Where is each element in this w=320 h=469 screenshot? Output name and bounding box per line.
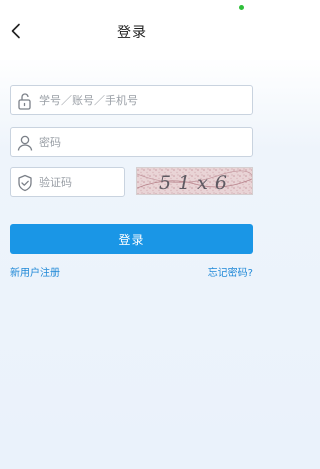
shield-check-icon [18,174,32,192]
forgot-password-link[interactable]: 忘记密码? [208,264,253,279]
navigation-bar: 登录 [0,14,264,50]
password-field[interactable] [10,127,253,157]
page-title: 登录 [117,25,147,41]
username-input[interactable] [39,86,239,114]
username-field[interactable] [10,85,253,115]
captcha-noise: 51x6 [137,168,252,194]
user-icon [17,135,33,151]
lock-open-icon [18,93,31,110]
captcha-image[interactable]: 51x6 [136,167,253,195]
password-input[interactable] [39,128,239,156]
captcha-text: 51x6 [159,172,234,194]
status-indicator [239,5,244,10]
register-link[interactable]: 新用户注册 [10,264,60,279]
captcha-field[interactable] [10,167,239,197]
login-button[interactable]: 登录 [10,224,253,254]
